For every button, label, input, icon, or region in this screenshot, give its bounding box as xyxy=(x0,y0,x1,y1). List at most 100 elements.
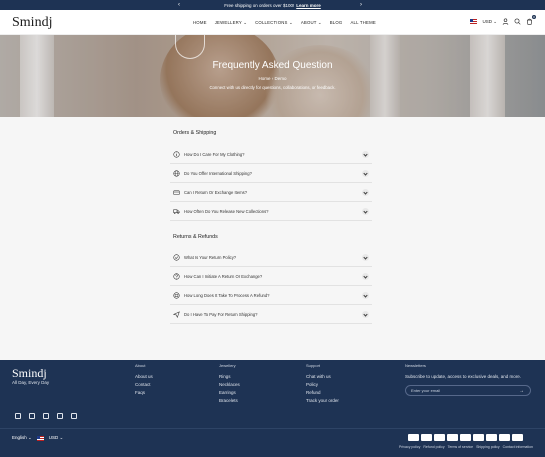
faq-item[interactable]: What Is Your Return Policy? xyxy=(170,248,372,267)
faq-item[interactable]: How Long Does It Take To Process A Refun… xyxy=(170,286,372,305)
language-selector[interactable]: English ⌄ xyxy=(12,435,32,441)
nav-jewellery[interactable]: JEWELLERY ⌄ xyxy=(215,20,247,26)
chevron-down-icon[interactable] xyxy=(362,273,369,280)
footer-link[interactable]: Necklaces xyxy=(219,382,240,387)
nav-all-theme[interactable]: ALL THEME xyxy=(350,20,375,26)
faq-item[interactable]: How Can I Initiate A Return Or Exchange? xyxy=(170,267,372,286)
nav-collections[interactable]: COLLECTIONS ⌄ xyxy=(255,20,293,26)
chevron-down-icon[interactable] xyxy=(362,151,369,158)
main-nav: HOME JEWELLERY ⌄ COLLECTIONS ⌄ ABOUT ⌄ B… xyxy=(193,20,376,26)
announcement-prev-button[interactable]: ‹ xyxy=(178,1,180,9)
footer-link[interactable]: Rings xyxy=(219,374,240,379)
footer-tagline: All Day, Every Day xyxy=(12,380,50,385)
breadcrumb-home[interactable]: Home xyxy=(258,76,270,81)
badge-icon xyxy=(173,253,180,261)
footer-link[interactable]: Track your order xyxy=(306,398,339,403)
x-icon[interactable] xyxy=(43,413,49,419)
hero-subtitle: Connect with us directly for questions, … xyxy=(209,85,336,90)
footer-link[interactable]: Bracelets xyxy=(219,398,240,403)
currency-selector[interactable]: USD ⌄ xyxy=(482,19,497,25)
legal-link[interactable]: Contact information xyxy=(503,445,533,449)
locale-selectors: English ⌄ USD ⌄ xyxy=(12,435,63,441)
send-icon xyxy=(173,310,180,318)
site-logo[interactable]: Smindj xyxy=(12,15,52,31)
us-flag-icon xyxy=(470,19,478,24)
info-icon xyxy=(173,150,180,158)
faq-question: How Can I Initiate A Return Or Exchange? xyxy=(184,273,263,279)
chevron-down-icon[interactable] xyxy=(362,170,369,177)
google-pay-icon xyxy=(460,434,471,441)
legal-link[interactable]: Privacy policy xyxy=(399,445,420,449)
faq-question: How Long Does It Take To Process A Refun… xyxy=(184,292,270,298)
chevron-down-icon[interactable] xyxy=(362,189,369,196)
chevron-down-icon[interactable] xyxy=(362,292,369,299)
user-icon[interactable] xyxy=(502,18,509,25)
chevron-down-icon[interactable] xyxy=(362,254,369,261)
tiktok-icon[interactable] xyxy=(57,413,63,419)
chevron-down-icon[interactable] xyxy=(362,208,369,215)
footer-currency-selector[interactable]: USD ⌄ xyxy=(49,435,64,441)
faq-item[interactable]: Can I Return Or Exchange Items? xyxy=(170,183,372,202)
faq-question: Do I Have To Pay For Return Shipping? xyxy=(184,311,258,317)
footer-link[interactable]: Contact xyxy=(135,382,153,387)
amex-icon xyxy=(408,434,419,441)
breadcrumb-separator: › xyxy=(271,76,274,81)
discover-icon xyxy=(447,434,458,441)
faq-section-title: Orders & Shipping xyxy=(173,130,217,136)
footer-logo[interactable]: Smindj xyxy=(12,366,47,381)
arrow-right-icon[interactable]: → xyxy=(519,388,524,394)
us-flag-icon xyxy=(36,435,44,441)
faq-question: How Do I Care For My Clothing? xyxy=(184,151,245,157)
newsletter-email-input[interactable]: Enter your email → xyxy=(405,385,531,396)
faq-question: Do You Offer International Shipping? xyxy=(184,170,252,176)
cart-icon[interactable]: 0 xyxy=(526,15,536,25)
payment-icons xyxy=(408,434,523,441)
footer-heading: About xyxy=(135,363,146,368)
shop-pay-icon xyxy=(499,434,510,441)
breadcrumb-current: Demo xyxy=(274,76,287,81)
cart-count-badge: 0 xyxy=(532,15,536,19)
faq-item[interactable]: Do I Have To Pay For Return Shipping? xyxy=(170,305,372,324)
card-icon xyxy=(173,189,180,196)
email-placeholder: Enter your email xyxy=(411,388,441,393)
legal-links: Privacy policy Refund policy Terms of se… xyxy=(399,445,533,449)
footer-heading: Jewellery xyxy=(219,363,236,368)
question-icon xyxy=(173,272,180,280)
globe-icon xyxy=(173,169,180,177)
legal-link[interactable]: Refund policy xyxy=(423,445,444,449)
announcement-bar: ‹ Free shipping on orders over $100! Lea… xyxy=(0,0,545,10)
truck-icon xyxy=(173,208,180,215)
nav-home[interactable]: HOME xyxy=(193,20,207,26)
footer-link[interactable]: Refund xyxy=(306,390,339,395)
legal-link[interactable]: Terms of service xyxy=(448,445,473,449)
faq-question: How Often Do You Release New Collections… xyxy=(184,208,269,214)
nav-about[interactable]: ABOUT ⌄ xyxy=(301,20,322,26)
faq-section: Orders & Shipping How Do I Care For My C… xyxy=(0,117,545,360)
mastercard-icon xyxy=(473,434,484,441)
faq-item[interactable]: How Do I Care For My Clothing? xyxy=(170,145,372,164)
announcement-next-button[interactable]: › xyxy=(360,1,362,9)
footer-link[interactable]: Chat with us xyxy=(306,374,339,379)
instagram-icon[interactable] xyxy=(29,413,35,419)
footer-link[interactable]: Earrings xyxy=(219,390,240,395)
legal-link[interactable]: Shipping policy xyxy=(476,445,500,449)
newsletter: Newsletters Subscribe to update, access … xyxy=(405,363,533,396)
breadcrumb: Home › Demo xyxy=(0,76,545,81)
newsletter-heading: Newsletters xyxy=(405,363,426,368)
footer-link[interactable]: Faqs xyxy=(135,390,153,395)
pinterest-icon[interactable] xyxy=(71,413,77,419)
facebook-icon[interactable] xyxy=(15,413,21,419)
page-title: Frequently Asked Question xyxy=(212,60,333,71)
faq-item[interactable]: Do You Offer International Shipping? xyxy=(170,164,372,183)
footer-link[interactable]: About us xyxy=(135,374,153,379)
faq-item[interactable]: How Often Do You Release New Collections… xyxy=(170,202,372,221)
box-icon xyxy=(173,291,180,299)
newsletter-text: Subscribe to update, access to exclusive… xyxy=(405,374,522,379)
footer-link[interactable]: Policy xyxy=(306,382,339,387)
visa-icon xyxy=(512,434,523,441)
nav-blog[interactable]: BLOG xyxy=(330,20,343,26)
announcement-link[interactable]: Learn more xyxy=(296,3,321,8)
chevron-down-icon[interactable] xyxy=(362,311,369,318)
search-icon[interactable] xyxy=(514,18,521,25)
hero-banner: Frequently Asked Question Home › Demo Co… xyxy=(0,35,545,117)
